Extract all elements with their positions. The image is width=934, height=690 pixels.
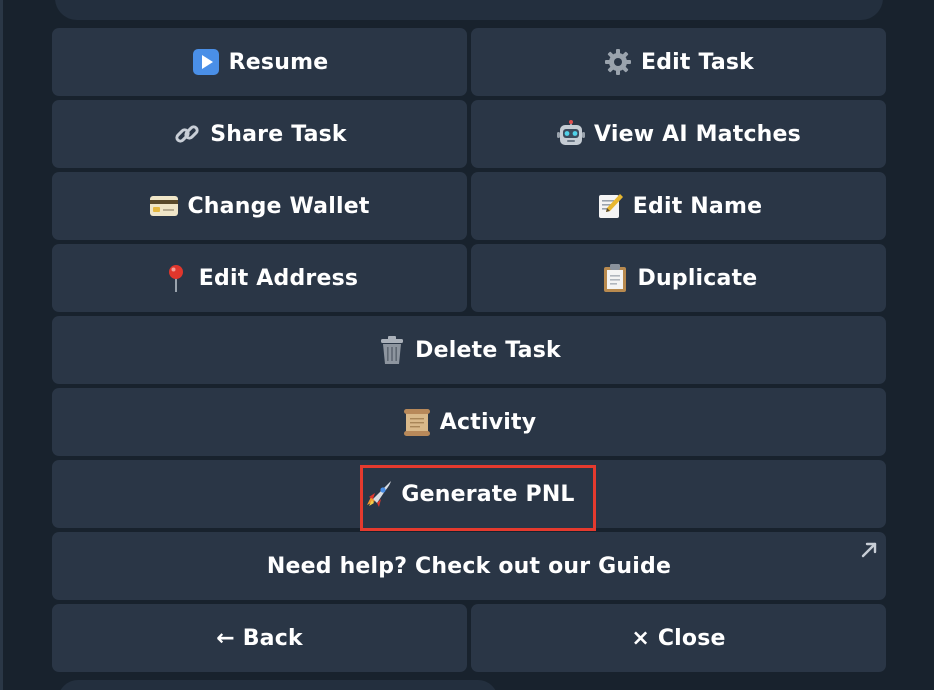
pushpin-icon <box>161 263 191 293</box>
back-label: ← Back <box>216 625 303 651</box>
edit-address-button[interactable]: Edit Address <box>52 244 467 312</box>
inline-keyboard: Resume Edit Task Share Task View AI Matc… <box>52 28 886 672</box>
resume-label: Resume <box>228 49 329 75</box>
trash-can-icon <box>377 335 407 365</box>
edit-task-button[interactable]: Edit Task <box>471 28 886 96</box>
rocket-icon <box>363 479 393 509</box>
generate-pnl-label: Generate PNL <box>401 481 575 507</box>
edit-name-button[interactable]: Edit Name <box>471 172 886 240</box>
message-bubble-top <box>55 0 883 20</box>
view-ai-matches-label: View AI Matches <box>594 121 801 147</box>
guide-label: Need help? Check out our Guide <box>266 553 672 579</box>
activity-button[interactable]: Activity <box>52 388 886 456</box>
robot-icon <box>556 119 586 149</box>
close-label: × Close <box>631 625 726 651</box>
clipboard-icon <box>600 263 630 293</box>
guide-link-button[interactable]: Need help? Check out our Guide <box>52 532 886 600</box>
bot-keyboard-screen: Resume Edit Task Share Task View AI Matc… <box>0 0 934 690</box>
duplicate-button[interactable]: Duplicate <box>471 244 886 312</box>
edit-address-label: Edit Address <box>198 265 359 291</box>
back-button[interactable]: ← Back <box>52 604 467 672</box>
delete-task-button[interactable]: Delete Task <box>52 316 886 384</box>
credit-card-icon <box>149 191 179 221</box>
activity-label: Activity <box>439 409 537 435</box>
duplicate-label: Duplicate <box>637 265 758 291</box>
link-icon <box>172 119 202 149</box>
edit-task-label: Edit Task <box>640 49 755 75</box>
play-button-icon <box>191 47 221 77</box>
memo-icon <box>595 191 625 221</box>
gear-icon <box>603 47 633 77</box>
edit-name-label: Edit Name <box>632 193 763 219</box>
message-bubble-bottom <box>58 680 498 690</box>
external-link-arrow-icon <box>860 540 878 558</box>
share-task-button[interactable]: Share Task <box>52 100 467 168</box>
change-wallet-button[interactable]: Change Wallet <box>52 172 467 240</box>
generate-pnl-button[interactable]: Generate PNL <box>52 460 886 528</box>
view-ai-matches-button[interactable]: View AI Matches <box>471 100 886 168</box>
scroll-icon <box>402 407 432 437</box>
close-button[interactable]: × Close <box>471 604 886 672</box>
share-task-label: Share Task <box>210 121 347 147</box>
resume-button[interactable]: Resume <box>52 28 467 96</box>
chat-panel-edge <box>0 0 3 690</box>
change-wallet-label: Change Wallet <box>187 193 370 219</box>
delete-task-label: Delete Task <box>415 337 561 363</box>
